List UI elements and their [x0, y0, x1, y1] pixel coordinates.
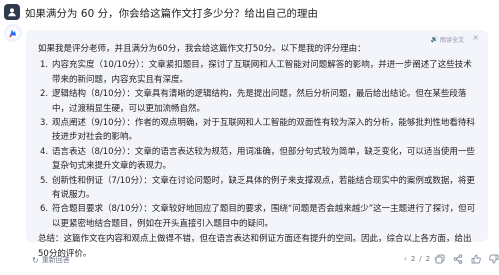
criteria-item: 3. 观点阐述（9/10分）：作者的观点明确，对于互联网和人工智能的双面性有较为深…: [38, 116, 478, 145]
criteria-item: 5. 创新性和例证（7/10分）：文章在讨论问题时，缺乏具体的例子来支撑观点，若能…: [38, 174, 478, 203]
assistant-reply: 🔊 朗读全文 × 如果我是评分老师，并且满分为60分，我会给这篇作文打50分。以…: [26, 30, 488, 259]
criteria-list: 1. 内容充实度（10/10分）：文章紧扣题目，探讨了互联网和人工智能对问题解答的…: [38, 58, 478, 231]
regenerate-label: 重新回答: [41, 256, 70, 264]
criteria-number: 2.: [40, 89, 49, 100]
user-avatar-icon: [4, 4, 20, 20]
criteria-item: 1. 内容充实度（10/10分）：文章紧扣题目，探讨了互联网和人工智能对问题解答的…: [38, 58, 478, 87]
user-message: 如果满分为 60 分，你会给这篇作文打多少分？给出自己的理由: [0, 0, 499, 24]
criteria-text: 内容充实度（10/10分）：文章紧扣题目，探讨了互联网和人工智能对问题解答的影响…: [52, 60, 472, 85]
thumbs-down-icon[interactable]: [488, 253, 499, 265]
criteria-number: 5.: [40, 175, 49, 186]
speaker-icon: 🔊: [430, 36, 438, 43]
read-aloud-button[interactable]: 🔊 朗读全文: [431, 35, 465, 44]
criteria-number: 3.: [40, 118, 49, 129]
read-aloud-label: 朗读全文: [439, 37, 464, 44]
thumbs-up-icon[interactable]: [470, 253, 482, 265]
reply-more-icon[interactable]: ×: [472, 34, 479, 42]
regenerate-button[interactable]: ↻ 重新回答: [32, 255, 70, 265]
user-message-text: 如果满分为 60 分，你会给这篇作文打多少分？给出自己的理由: [25, 7, 318, 20]
criteria-text: 符合题目要求（8/10分）：文章较好地回应了题目的要求，围绕“问题是否会越来越少…: [52, 204, 476, 229]
reply-actions: [434, 253, 499, 265]
pager-separator: /: [419, 255, 422, 263]
reply-intro: 如果我是评分老师，并且满分为60分，我会给这篇作文打50分。以下是我的评分理由：: [38, 44, 366, 54]
criteria-number: 4.: [40, 146, 49, 157]
criteria-number: 1.: [40, 60, 49, 71]
pager-total: 2: [425, 255, 431, 263]
criteria-text: 观点阐述（9/10分）：作者的观点明确，对于互联网和人工智能的双面性有较为深入的…: [52, 118, 475, 143]
pager-prev-icon[interactable]: ‹: [404, 255, 407, 263]
pager-current: 2: [410, 255, 416, 263]
criteria-text: 逻辑结构（8/10分）：文章具有清晰的逻辑结构，先是提出问题，然后分析问题，最后…: [52, 89, 467, 114]
share-icon[interactable]: [452, 253, 464, 265]
reply-footer: ↻ 重新回答 ‹ 2/2 ›: [0, 252, 499, 275]
refresh-icon: ↻: [32, 255, 39, 265]
criteria-text: 创新性和例证（7/10分）：文章在讨论问题时，缺乏具体的例子来支撑观点，若能结合…: [52, 175, 475, 201]
criteria-item: 2. 逻辑结构（8/10分）：文章具有清晰的逻辑结构，先是提出问题，然后分析问题，…: [38, 87, 478, 116]
criteria-item: 4. 语言表达（8/10分）：文章的语言表达较为规范，用词准确，但部分句式较为简单…: [38, 145, 478, 174]
criteria-item: 6. 符合题目要求（8/10分）：文章较好地回应了题目的要求，围绕“问题是否会越来…: [38, 202, 478, 231]
answer-pager: ‹ 2/2 ›: [404, 255, 437, 263]
criteria-number: 6.: [40, 204, 49, 215]
copy-icon[interactable]: [434, 253, 446, 265]
assistant-logo-icon: [4, 24, 22, 42]
criteria-text: 语言表达（8/10分）：文章的语言表达较为规范，用词准确，但部分句式较为简单，缺…: [52, 146, 475, 172]
